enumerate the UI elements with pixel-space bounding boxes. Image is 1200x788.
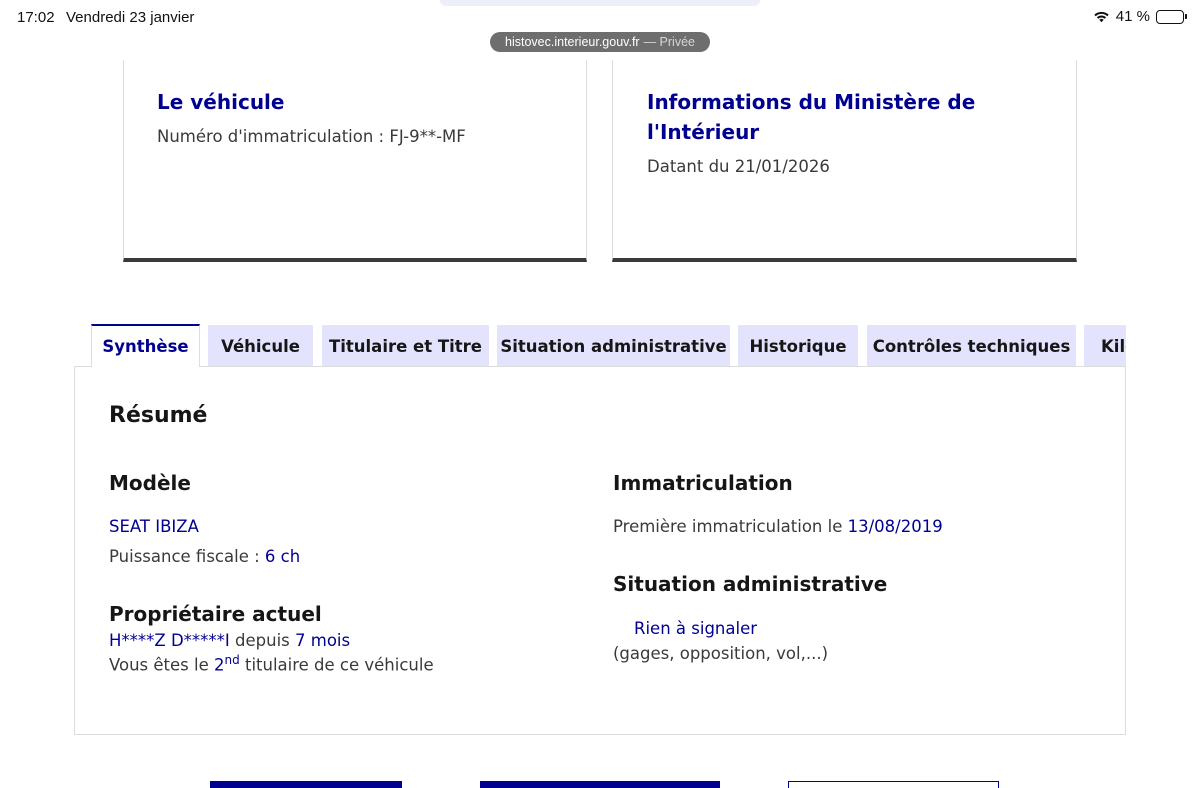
owner-line: H****Z D*****I depuis 7 mois: [109, 631, 350, 650]
owner-name: H****Z D*****I: [109, 631, 230, 650]
vehicle-card-title: Le véhicule: [157, 90, 285, 114]
owner-rank-number: 2: [214, 655, 225, 675]
registration-number: Numéro d'immatriculation : FJ-9**-MF: [157, 127, 466, 146]
owner-rank-tail: titulaire de ce véhicule: [239, 655, 434, 675]
status-time: 17:02: [17, 9, 55, 26]
summary-title: Résumé: [109, 403, 208, 428]
ministry-card: Informations du Ministère de l'Intérieur…: [612, 60, 1077, 262]
vehicle-card: Le véhicule Numéro d'immatriculation : F…: [123, 60, 587, 262]
status-date: Vendredi 23 janvier: [66, 9, 195, 26]
wifi-icon: [1093, 10, 1110, 23]
fiscal-power: Puissance fiscale : 6 ch: [109, 547, 300, 566]
admin-status: Rien à signaler: [634, 619, 758, 638]
tab-bar: Synthèse Véhicule Titulaire et Titre Sit…: [91, 324, 1126, 367]
owner-rank: Vous êtes le 2nd titulaire de ce véhicul…: [109, 653, 434, 675]
battery-icon: [1156, 9, 1187, 24]
battery-percent: 41 %: [1115, 8, 1150, 25]
admin-heading: Situation administrative: [613, 572, 888, 596]
data-date: Datant du 21/01/2026: [647, 157, 830, 176]
tab-situation-administrative[interactable]: Situation administrative: [497, 325, 730, 367]
fiscal-power-label: Puissance fiscale :: [109, 547, 265, 566]
first-registration-date: 13/08/2019: [847, 517, 943, 536]
bottom-primary-button-1[interactable]: [210, 781, 402, 788]
bottom-secondary-button[interactable]: [788, 781, 999, 788]
model-heading: Modèle: [109, 471, 191, 495]
synthese-panel: Résumé Modèle SEAT IBIZA Puissance fisca…: [74, 366, 1126, 735]
tab-vehicule[interactable]: Véhicule: [208, 325, 313, 367]
tab-controles-techniques[interactable]: Contrôles techniques: [867, 325, 1076, 367]
tab-kilometrage[interactable]: Kilométrage: [1084, 325, 1126, 367]
owner-since-label: depuis: [229, 631, 296, 650]
url-text: histovec.interieur.gouv.fr: [505, 35, 640, 49]
bottom-primary-button-2[interactable]: [480, 781, 720, 788]
status-indicators: 41 %: [1093, 8, 1187, 25]
tab-synthese[interactable]: Synthèse: [91, 324, 200, 367]
url-bar[interactable]: histovec.interieur.gouv.fr — Privée: [490, 32, 710, 52]
registration-heading: Immatriculation: [613, 471, 793, 495]
owner-since-value: 7 mois: [295, 631, 351, 650]
first-registration: Première immatriculation le 13/08/2019: [613, 517, 943, 536]
owner-heading: Propriétaire actuel: [109, 602, 322, 626]
owner-rank-prefix: Vous êtes le: [109, 655, 214, 675]
owner-rank-suffix: nd: [224, 653, 240, 667]
admin-detail: (gages, opposition, vol,...): [613, 644, 829, 663]
private-mode-label: — Privée: [643, 35, 695, 49]
ministry-card-title: Informations du Ministère de l'Intérieur: [647, 90, 976, 144]
first-registration-label: Première immatriculation le: [613, 517, 848, 536]
tab-titulaire-et-titre[interactable]: Titulaire et Titre: [322, 325, 489, 367]
tab-historique[interactable]: Historique: [738, 325, 858, 367]
top-glow: [440, 0, 760, 6]
fiscal-power-value: 6 ch: [264, 547, 301, 566]
model-name: SEAT IBIZA: [109, 517, 199, 536]
